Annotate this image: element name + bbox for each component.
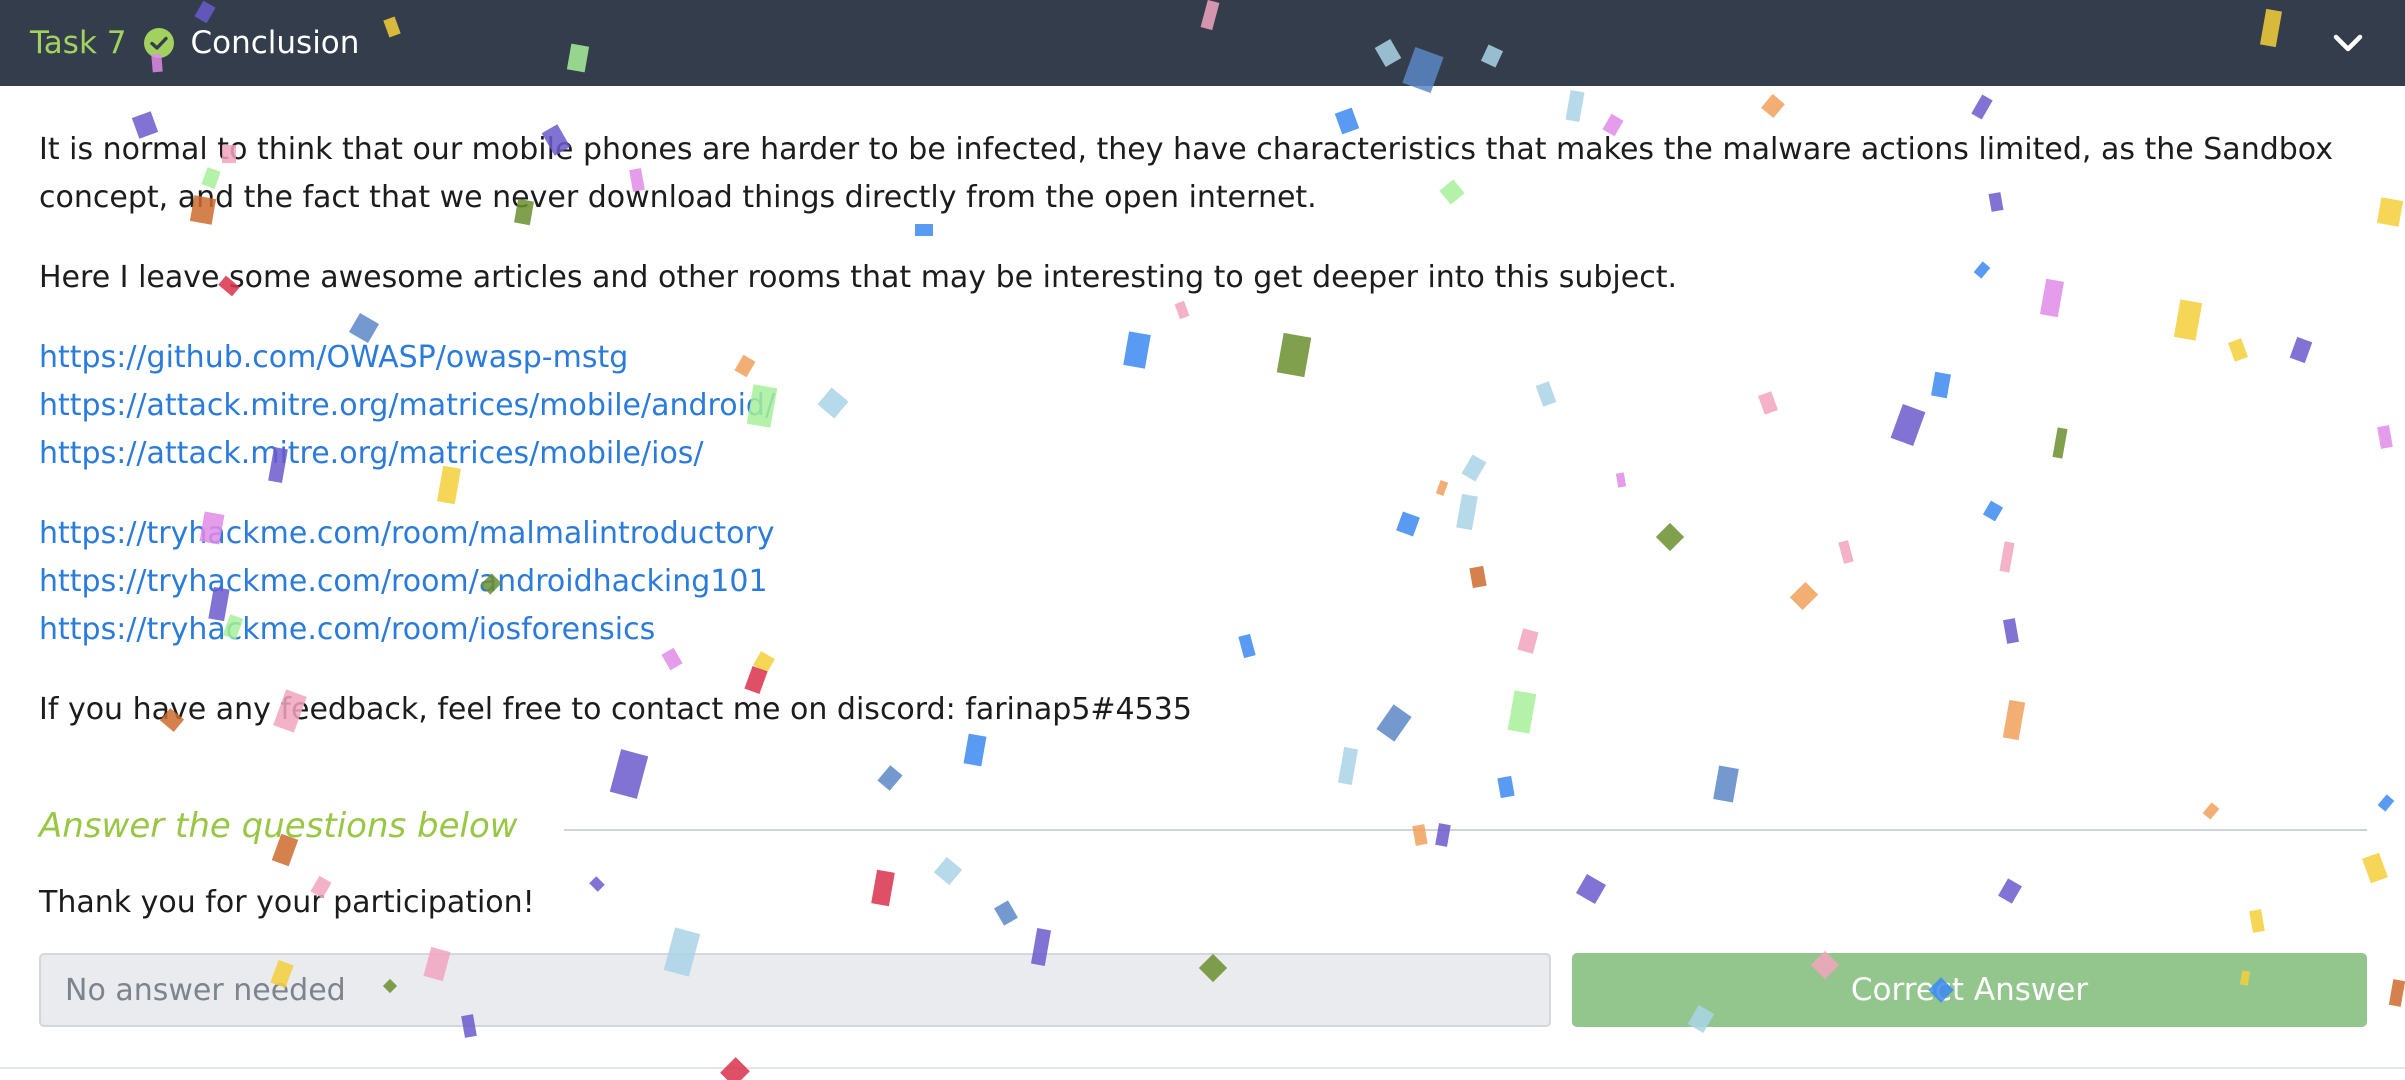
task-page: Task 7 Conclusion It is normal to think … — [0, 0, 2405, 1080]
confetti-piece — [994, 900, 1018, 926]
confetti-piece — [2377, 794, 2395, 812]
link-mitre-android[interactable]: https://attack.mitre.org/matrices/mobile… — [39, 382, 2369, 430]
link-room-androidhacking101[interactable]: https://tryhackme.com/room/androidhackin… — [39, 558, 2369, 606]
article-links: https://github.com/OWASP/owasp-mstg http… — [39, 334, 2369, 478]
confetti-piece — [609, 749, 649, 799]
confetti-piece — [963, 733, 987, 767]
confetti-piece — [589, 876, 605, 892]
confetti-piece — [2376, 197, 2404, 227]
confetti-piece — [877, 765, 903, 791]
room-links: https://tryhackme.com/room/malmalintrodu… — [39, 510, 2369, 654]
chevron-down-icon[interactable] — [2327, 22, 2369, 64]
confetti-piece — [1575, 873, 1607, 905]
task-number: Task 7 — [30, 25, 127, 61]
confetti-piece — [2249, 909, 2265, 933]
check-circle-icon — [143, 27, 175, 59]
correct-answer-button[interactable]: Correct Answer — [1572, 953, 2367, 1027]
confetti-piece — [1565, 90, 1585, 122]
confetti-piece — [1761, 93, 1785, 119]
confetti-piece — [2362, 852, 2388, 884]
confetti-piece — [1998, 878, 2022, 904]
confetti-piece — [1713, 765, 1739, 803]
answer-field[interactable]: No answer needed — [39, 953, 1551, 1027]
confetti-piece — [1497, 775, 1515, 799]
divider — [0, 1067, 2405, 1069]
link-room-iosforensics[interactable]: https://tryhackme.com/room/iosforensics — [39, 606, 2369, 654]
link-room-malmalintroductory[interactable]: https://tryhackme.com/room/malmalintrodu… — [39, 510, 2369, 558]
link-owasp-mstg[interactable]: https://github.com/OWASP/owasp-mstg — [39, 334, 2369, 382]
answer-questions-heading: Answer the questions below — [39, 806, 518, 846]
task-title: Conclusion — [190, 25, 360, 61]
resources-paragraph: Here I leave some awesome articles and o… — [39, 260, 1677, 295]
confetti-piece — [933, 856, 963, 886]
task-header[interactable]: Task 7 Conclusion — [0, 0, 2405, 86]
confetti-piece — [2377, 425, 2393, 449]
intro-paragraph: It is normal to think that our mobile ph… — [39, 132, 2333, 215]
link-mitre-ios[interactable]: https://attack.mitre.org/matrices/mobile… — [39, 430, 2369, 478]
task-content: It is normal to think that our mobile ph… — [39, 126, 2369, 734]
confetti-piece — [1971, 94, 1993, 120]
question-text: Thank you for your participation! — [39, 885, 535, 920]
heading-divider — [563, 829, 2367, 831]
confetti-piece — [871, 869, 895, 907]
feedback-text: If you have any feedback, feel free to c… — [39, 692, 1192, 727]
answer-heading-row: Answer the questions below — [39, 800, 2367, 852]
confetti-piece — [1337, 747, 1359, 785]
confetti-piece — [2388, 979, 2405, 1007]
